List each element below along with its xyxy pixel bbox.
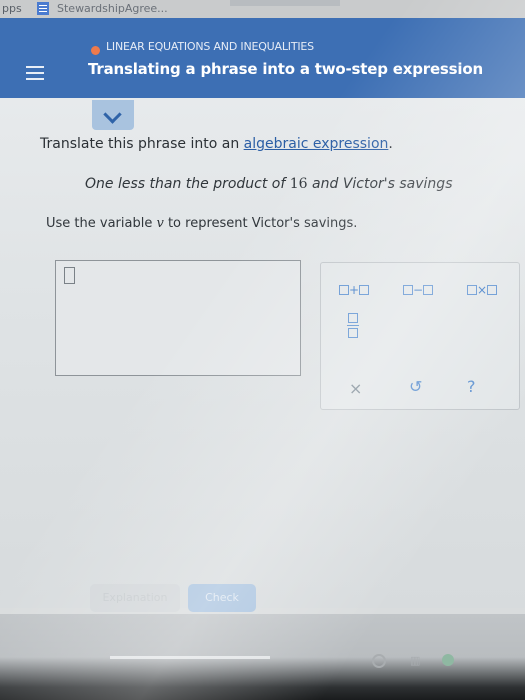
page-title: Translating a phrase into a two-step exp… (88, 60, 483, 78)
instruction-text: Use the variable (46, 216, 157, 231)
phrase-text: One less than the product of 16 and Vict… (85, 176, 453, 192)
undo-icon[interactable]: ↺ (409, 377, 422, 396)
device-taskbar: ▥ (0, 614, 525, 700)
multiply-button[interactable]: × (467, 283, 498, 297)
clear-icon[interactable]: × (349, 379, 362, 398)
prompt-text: Translate this phrase into an (40, 136, 244, 152)
phrase-part-b: and Victor's savings (307, 176, 453, 192)
topic-status-dot (91, 46, 100, 55)
status-icon[interactable] (442, 654, 454, 666)
menu-icon[interactable] (26, 66, 44, 80)
topic-header: LINEAR EQUATIONS AND INEQUALITIES Transl… (0, 18, 525, 98)
subtract-button[interactable]: − (403, 283, 434, 297)
question-panel: Translate this phrase into an algebraic … (0, 98, 525, 608)
variable-instruction: Use the variable v to represent Victor's… (46, 216, 357, 231)
doc-icon (37, 2, 49, 15)
input-cursor (64, 267, 75, 284)
math-keypad: + − × × ↺ ? (320, 262, 520, 410)
variable-symbol: v (156, 216, 164, 231)
taskbar-divider (110, 656, 270, 659)
answer-input[interactable] (55, 260, 301, 376)
question-prompt: Translate this phrase into an algebraic … (40, 136, 393, 152)
bookmark-apps[interactable]: pps (2, 2, 22, 15)
chevron-down-icon (103, 105, 122, 124)
fraction-button[interactable] (347, 313, 359, 338)
check-button[interactable]: Check (188, 584, 256, 612)
phrase-number: 16 (289, 176, 308, 192)
prompt-period: . (388, 136, 393, 152)
explanation-button[interactable]: Explanation (90, 584, 180, 612)
add-button[interactable]: + (339, 283, 370, 297)
bookmarks-bar: pps StewardshipAgree... (0, 0, 525, 18)
circle-icon[interactable] (372, 654, 386, 668)
bookmark-extra[interactable] (230, 0, 340, 6)
app-icon[interactable]: ▥ (410, 654, 420, 667)
algebraic-expression-link[interactable]: algebraic expression (244, 136, 389, 152)
collapse-toggle[interactable] (92, 100, 134, 130)
phrase-part-a: One less than the product of (85, 176, 290, 192)
bookmark-steward[interactable]: StewardshipAgree... (57, 2, 168, 15)
topic-label: LINEAR EQUATIONS AND INEQUALITIES (106, 40, 314, 53)
help-icon[interactable]: ? (467, 377, 476, 396)
instruction-end: to represent Victor's savings. (163, 216, 358, 231)
